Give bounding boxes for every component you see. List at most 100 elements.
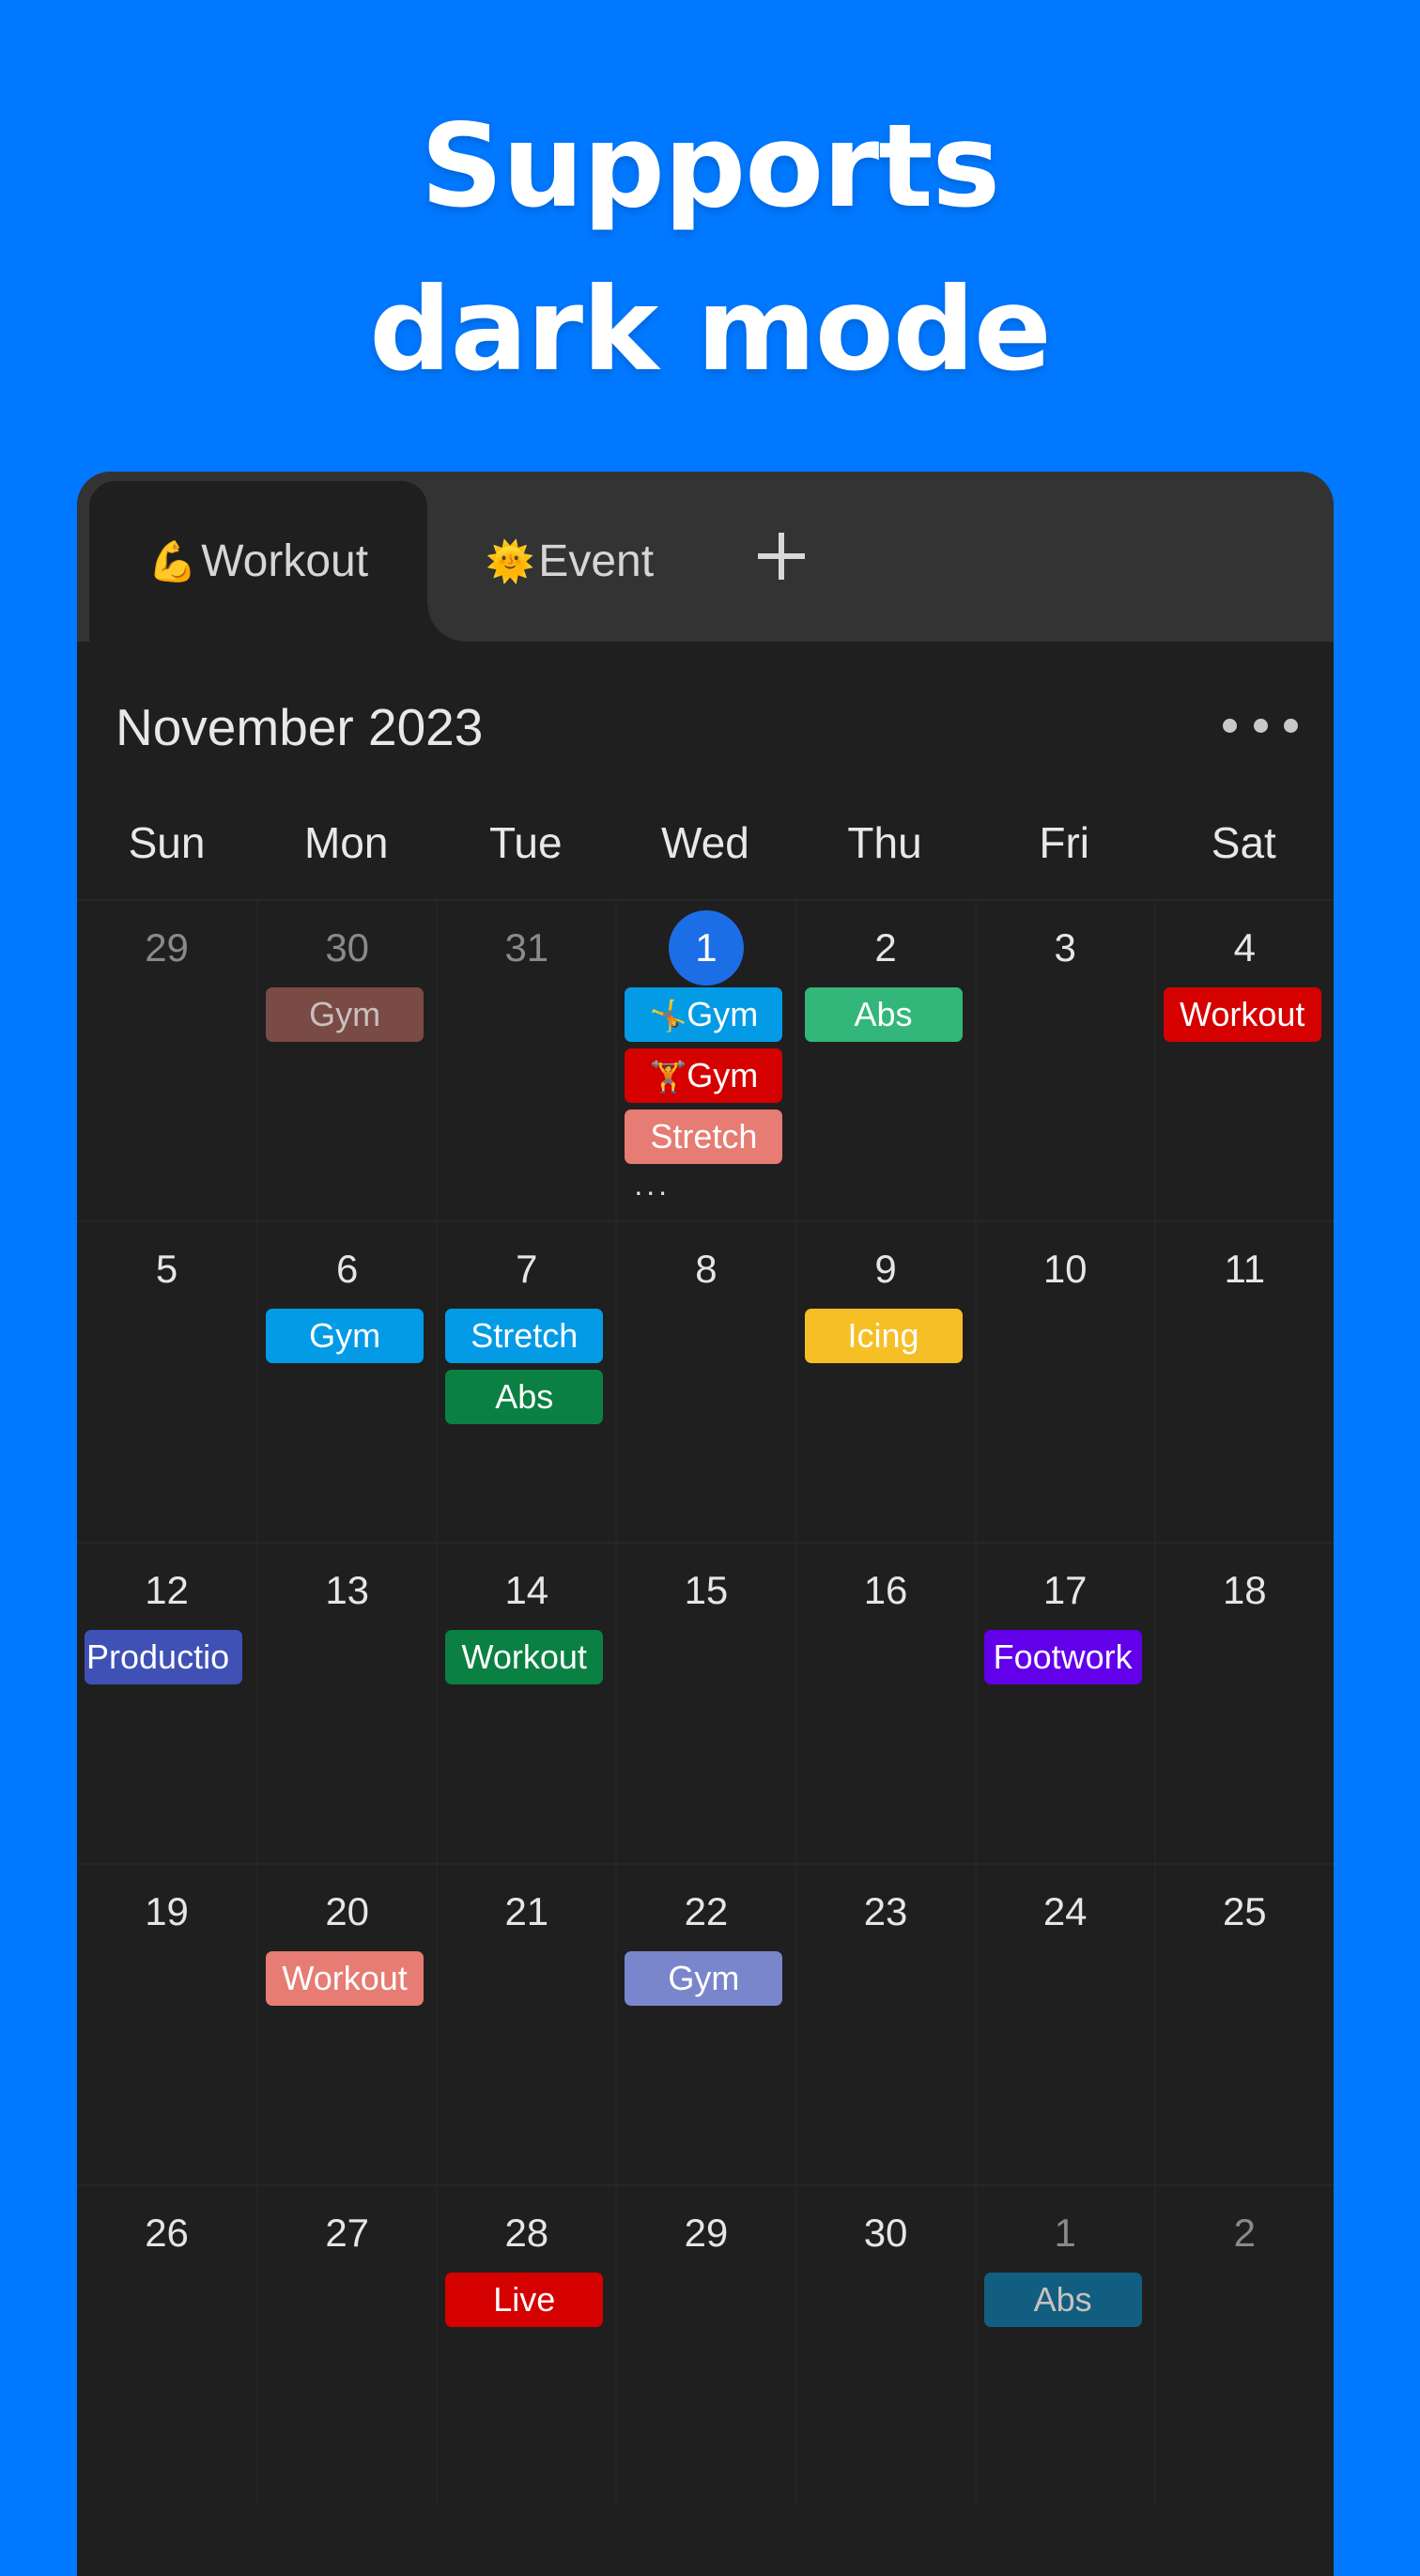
day-number-wrap: 16 — [797, 1562, 975, 1619]
day-number-wrap: 27 — [258, 2205, 436, 2261]
day-cell[interactable]: 9 Icing — [795, 1222, 975, 1542]
day-cell[interactable]: 13 — [256, 1544, 436, 1863]
event-list: Workout — [1163, 987, 1321, 1048]
event-chip[interactable]: Abs — [445, 1370, 604, 1424]
day-cell[interactable]: 31 — [436, 901, 615, 1220]
weekday-label: Sat — [1211, 818, 1276, 867]
event-list: Icing — [804, 1309, 963, 1370]
day-cell[interactable]: 2 Abs — [795, 901, 975, 1220]
event-chip[interactable]: Workout — [1163, 987, 1321, 1042]
event-chip[interactable]: Abs — [804, 987, 963, 1042]
more-horizontal-icon[interactable] — [1223, 706, 1298, 744]
day-number: 5 — [155, 1247, 178, 1291]
event-list: 🤸Gym 🏋️Gym Stretch... — [625, 987, 783, 1200]
day-cell[interactable]: 4 Workout — [1153, 901, 1334, 1220]
day-cell[interactable]: 8 — [615, 1222, 795, 1542]
event-list: Abs — [983, 2273, 1142, 2334]
flexed-biceps-icon: 💪 — [147, 537, 198, 584]
day-cell[interactable]: 1 Abs — [974, 2186, 1154, 2506]
event-chip[interactable]: 🤸Gym — [625, 987, 783, 1042]
event-chip[interactable]: Stretch — [625, 1110, 783, 1164]
day-cell[interactable]: 16 — [795, 1544, 975, 1863]
day-cell[interactable]: 1 🤸Gym 🏋️Gym Stretch... — [615, 901, 795, 1220]
day-number-wrap: 14 — [438, 1562, 615, 1619]
day-number-wrap: 29 — [77, 920, 256, 976]
day-number-wrap: 5 — [77, 1241, 256, 1297]
event-chip[interactable]: Workout — [445, 1630, 604, 1684]
event-chip[interactable]: Live — [445, 2273, 604, 2327]
day-number: 20 — [325, 1889, 370, 1933]
day-number: 11 — [1224, 1247, 1266, 1291]
event-label: Gym — [309, 1316, 381, 1355]
day-number-wrap: 17 — [977, 1562, 1154, 1619]
day-cell[interactable]: 15 — [615, 1544, 795, 1863]
day-cell[interactable]: 30 — [795, 2186, 975, 2506]
day-number-wrap: 29 — [617, 2205, 795, 2261]
day-cell[interactable]: 26 — [77, 2186, 256, 2506]
dot — [1253, 718, 1268, 733]
day-cell[interactable]: 11 — [1153, 1222, 1334, 1542]
day-cell[interactable]: 5 — [77, 1222, 256, 1542]
day-number: 30 — [863, 2211, 908, 2255]
day-cell[interactable]: 19 — [77, 1865, 256, 2184]
day-cell[interactable]: 18 — [1153, 1544, 1334, 1863]
day-cell[interactable]: 25 — [1153, 1865, 1334, 2184]
day-cell[interactable]: 23 — [795, 1865, 975, 2184]
day-number-wrap: 1 — [977, 2205, 1154, 2261]
more-events-indicator[interactable]: ... — [625, 1170, 782, 1200]
day-number: 29 — [684, 2211, 729, 2255]
day-number: 27 — [325, 2211, 370, 2255]
day-cell[interactable]: 29 — [615, 2186, 795, 2506]
day-number: 14 — [504, 1568, 549, 1612]
day-number-wrap: 31 — [438, 920, 615, 976]
day-cell[interactable]: 6 Gym — [256, 1222, 436, 1542]
day-cell[interactable]: 10 — [974, 1222, 1154, 1542]
day-cell[interactable]: 3 — [974, 901, 1154, 1220]
day-cell[interactable]: 22 Gym — [615, 1865, 795, 2184]
event-chip[interactable]: Workout — [266, 1951, 424, 2006]
event-list: Workout — [266, 1951, 424, 2012]
day-cell[interactable]: 2 — [1153, 2186, 1334, 2506]
day-number: 13 — [325, 1568, 370, 1612]
day-cell[interactable]: 12 Productio — [77, 1544, 256, 1863]
plus-icon[interactable] — [753, 528, 810, 584]
day-cell[interactable]: 17 Footwork — [974, 1544, 1154, 1863]
month-title[interactable]: November 2023 — [116, 697, 483, 757]
event-chip[interactable]: Gym — [625, 1951, 783, 2006]
event-chip[interactable]: Productio — [85, 1630, 242, 1684]
weekday-header: Sun Mon Tue Wed Thu Fri Sat — [77, 810, 1334, 876]
day-cell[interactable]: 29 — [77, 901, 256, 1220]
weekday-label: Thu — [847, 818, 922, 867]
headline-line-2: dark mode — [369, 263, 1051, 396]
event-chip[interactable]: Gym — [266, 987, 424, 1042]
event-chip[interactable]: Icing — [804, 1309, 963, 1363]
tab-event[interactable]: 🌞 Event — [476, 481, 663, 642]
event-chip[interactable]: Gym — [266, 1309, 424, 1363]
event-label: Workout — [1180, 995, 1305, 1033]
day-cell[interactable]: 27 — [256, 2186, 436, 2506]
day-number: 4 — [1233, 925, 1256, 970]
event-chip[interactable]: 🏋️Gym — [625, 1048, 783, 1103]
event-chip[interactable]: Abs — [983, 2273, 1142, 2327]
day-cell[interactable]: 20 Workout — [256, 1865, 436, 2184]
day-cell[interactable]: 14 Workout — [436, 1544, 615, 1863]
day-cell[interactable]: 7 Stretch Abs — [436, 1222, 615, 1542]
day-cell[interactable]: 28 Live — [436, 2186, 615, 2506]
day-number: 18 — [1222, 1568, 1267, 1612]
calendar-app-window: 💪 Workout 🌞 Event November 2023 Sun Mon Tu… — [77, 472, 1334, 2576]
day-number-wrap: 7 — [438, 1241, 615, 1297]
day-cell[interactable]: 24 — [974, 1865, 1154, 2184]
day-cell[interactable]: 21 — [436, 1865, 615, 2184]
day-number-wrap: 1 — [617, 910, 795, 985]
event-list: Live — [445, 2273, 604, 2334]
event-chip[interactable]: Stretch — [445, 1309, 604, 1363]
day-cell[interactable]: 30 Gym — [256, 901, 436, 1220]
day-number-wrap: 11 — [1156, 1241, 1334, 1297]
day-number-wrap: 19 — [77, 1884, 256, 1940]
week-row: 29 30 Gym 31 1 🤸Gym 🏋️Gym Stretch... 2 Abs 3 4 Worko… — [77, 899, 1334, 1220]
event-chip[interactable]: Footwork — [983, 1630, 1142, 1684]
tab-workout[interactable]: 💪 Workout — [89, 481, 465, 642]
day-number: 26 — [145, 2211, 189, 2255]
event-list: Stretch Abs — [445, 1309, 604, 1431]
week-row: 19 20 Workout 21 22 Gym 23 24 25 — [77, 1863, 1334, 2184]
